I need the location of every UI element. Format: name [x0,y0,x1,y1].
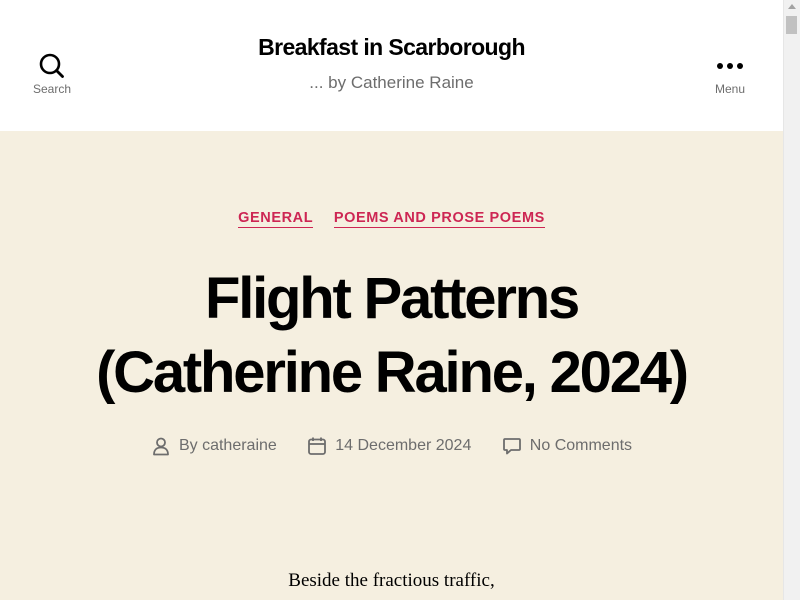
site-title[interactable]: Breakfast in Scarborough [0,34,783,61]
entry-content: Beside the fractious traffic, [0,570,783,592]
category-link-poems-and-prose-poems[interactable]: POEMS AND PROSE POEMS [333,210,545,228]
post-meta: By catheraine 14 December 2024 No Commen… [0,436,783,461]
entry-title-line-2: (Catherine Raine, 2024) [96,340,689,405]
category-link-general[interactable]: GENERAL [238,210,314,228]
menu-icon [717,63,743,69]
post-author-prefix: By [178,437,198,454]
menu-toggle-label: Menu [714,82,746,96]
entry-title-line-1: Flight Patterns [204,266,580,331]
vertical-scrollbar[interactable] [783,0,800,600]
post-comments: No Comments [502,436,632,456]
site-header: Search Breakfast in Scarborough ... by C… [0,0,783,131]
user-icon [153,437,169,456]
scrollbar-thumb[interactable] [786,16,797,34]
site-description: ... by Catherine Raine [309,73,474,92]
scroll-up-arrow-icon[interactable] [788,4,796,9]
menu-toggle-button[interactable]: Menu [685,52,775,96]
post-date-link[interactable]: 14 December 2024 [335,437,471,455]
comment-icon [502,438,521,455]
entry-categories: GENERAL POEMS AND PROSE POEMS [0,210,783,228]
calendar-icon [308,437,327,455]
post-date: 14 December 2024 [307,436,471,456]
post-comments-link[interactable]: No Comments [530,437,632,455]
page: Search Breakfast in Scarborough ... by C… [0,0,783,600]
content-line: Beside the fractious traffic, [288,570,495,591]
entry-title: Flight Patterns (Catherine Raine, 2024) [0,262,783,410]
post-author: By catheraine [151,436,277,456]
post-author-link[interactable]: catheraine [202,437,277,455]
